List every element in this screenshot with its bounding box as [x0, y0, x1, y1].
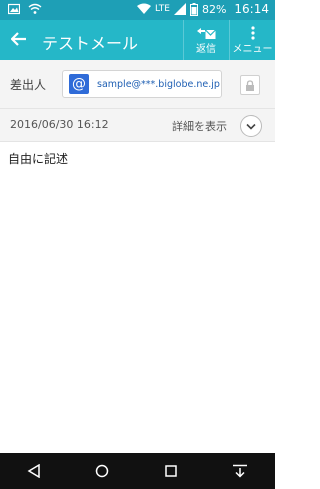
app-bar: テストメール 返信 メニュー: [0, 20, 275, 60]
date-row: 2016/06/30 16:12 詳細を表示: [0, 109, 275, 142]
nav-recents-button[interactable]: [164, 464, 178, 478]
more-vert-icon: [250, 25, 255, 40]
reply-button[interactable]: 返信: [184, 20, 228, 60]
menu-button[interactable]: メニュー: [230, 20, 275, 60]
signal-icon: [173, 3, 186, 15]
battery-icon: [189, 2, 198, 16]
nav-back-button[interactable]: [27, 464, 41, 478]
received-date: 2016/06/30 16:12: [10, 118, 109, 131]
image-icon: [8, 3, 20, 15]
reply-label: 返信: [196, 43, 216, 55]
battery-percent: 82%: [201, 2, 227, 16]
lock-button[interactable]: [240, 75, 260, 95]
sender-label: 差出人: [10, 78, 47, 92]
clock: 16:14: [234, 2, 269, 16]
nav-keyboard-hide-button[interactable]: [232, 464, 248, 478]
keyboard-hide-icon: [232, 464, 247, 478]
back-button[interactable]: [8, 28, 30, 50]
expand-button[interactable]: [240, 115, 262, 137]
wifi-icon: [136, 3, 151, 14]
at-icon: @: [69, 74, 89, 94]
home-icon: [96, 464, 109, 478]
status-bar: LTE 82% 16:14: [0, 0, 275, 20]
arrow-left-icon: [11, 32, 26, 46]
recents-icon: [164, 465, 177, 477]
sender-address-chip[interactable]: @ sample@***.biglobe.ne.jp: [62, 70, 222, 98]
sender-address: sample@***.biglobe.ne.jp: [97, 78, 220, 90]
message-body: 自由に記述: [8, 152, 69, 166]
back-icon: [27, 464, 40, 478]
wifi-icon: [28, 3, 42, 14]
status-bar-left: [8, 3, 42, 15]
sender-row: 差出人 @ sample@***.biglobe.ne.jp: [0, 60, 275, 109]
nav-home-button[interactable]: [95, 464, 109, 478]
status-bar-right: LTE 82% 16:14: [136, 2, 269, 16]
navigation-bar: [0, 453, 275, 489]
reply-mail-icon: [197, 27, 216, 39]
menu-label: メニュー: [232, 43, 273, 55]
lock-icon: [246, 79, 254, 91]
show-details-link[interactable]: 詳細を表示: [172, 118, 227, 134]
chevron-down-icon: [246, 123, 256, 130]
lte-label: LTE: [154, 4, 170, 14]
page-title: テストメール: [42, 34, 139, 53]
